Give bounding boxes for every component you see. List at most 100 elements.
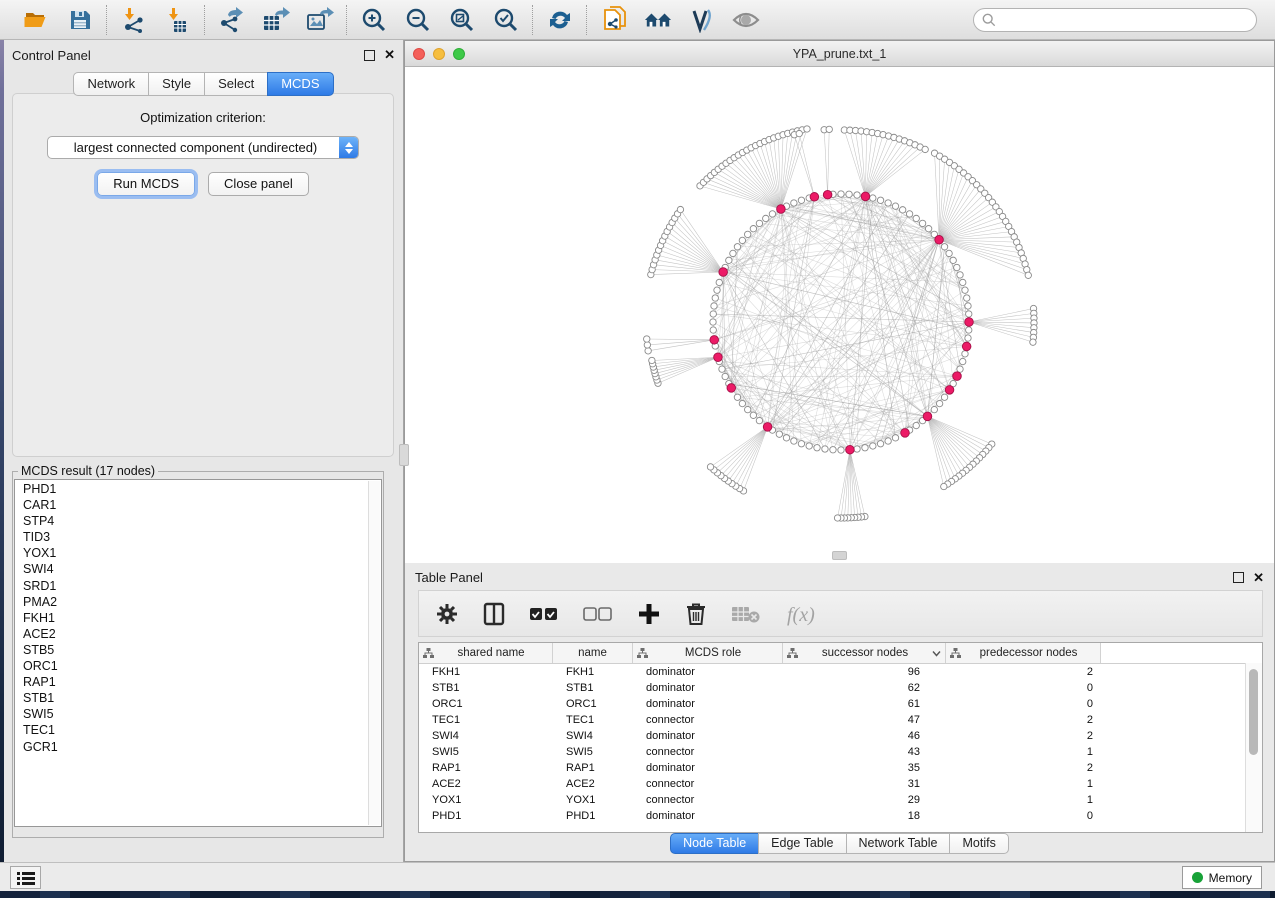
network-node[interactable]: [830, 447, 836, 453]
network-node[interactable]: [744, 231, 750, 237]
network-node[interactable]: [726, 257, 732, 263]
network-node[interactable]: [1025, 272, 1031, 278]
network-node[interactable]: [954, 264, 960, 270]
mcds-hub-node[interactable]: [945, 386, 954, 395]
network-node[interactable]: [730, 250, 736, 256]
network-node[interactable]: [791, 438, 797, 444]
table-row[interactable]: TEC1TEC1connector472: [419, 712, 1262, 728]
table-scrollbar[interactable]: [1245, 663, 1262, 832]
network-node[interactable]: [957, 366, 963, 372]
network-node[interactable]: [931, 406, 937, 412]
network-node[interactable]: [710, 319, 716, 325]
network-node[interactable]: [962, 287, 968, 293]
mcds-hub-node[interactable]: [727, 384, 736, 393]
mcds-hub-node[interactable]: [714, 353, 723, 362]
column-header-predecessor-nodes[interactable]: predecessor nodes: [946, 643, 1101, 663]
network-node[interactable]: [913, 422, 919, 428]
network-node[interactable]: [677, 206, 683, 212]
network-node[interactable]: [796, 130, 802, 136]
network-node[interactable]: [877, 441, 883, 447]
network-node[interactable]: [870, 195, 876, 201]
import-table-icon[interactable]: [164, 6, 192, 34]
tab-edge-table[interactable]: Edge Table: [758, 833, 846, 854]
network-node[interactable]: [854, 446, 860, 452]
mcds-result-listbox[interactable]: PHD1CAR1STP4TID3YOX1SWI4SRD1PMA2FKH1ACE2…: [14, 479, 382, 827]
tab-node-table[interactable]: Node Table: [670, 833, 759, 854]
network-node[interactable]: [806, 443, 812, 449]
network-node[interactable]: [798, 441, 804, 447]
mcds-result-item[interactable]: ACE2: [23, 626, 381, 642]
mcds-hub-node[interactable]: [935, 235, 944, 244]
network-node[interactable]: [714, 287, 720, 293]
network-node[interactable]: [791, 200, 797, 206]
run-mcds-button[interactable]: Run MCDS: [97, 172, 195, 196]
network-node[interactable]: [885, 438, 891, 444]
mcds-hub-node[interactable]: [777, 205, 786, 214]
tab-motifs[interactable]: Motifs: [949, 833, 1008, 854]
memory-button[interactable]: Memory: [1182, 866, 1262, 889]
network-node[interactable]: [922, 146, 928, 152]
mcds-result-item[interactable]: TEC1: [23, 722, 381, 738]
export-table-icon[interactable]: [262, 6, 290, 34]
network-node[interactable]: [712, 295, 718, 301]
mcds-result-item[interactable]: TID3: [23, 529, 381, 545]
delete-table-icon[interactable]: [731, 604, 761, 624]
import-network-icon[interactable]: [120, 6, 148, 34]
network-node[interactable]: [814, 445, 820, 451]
network-node[interactable]: [710, 311, 716, 317]
search-box[interactable]: [973, 8, 1257, 32]
hide-details-icon[interactable]: [732, 6, 760, 34]
network-node[interactable]: [838, 191, 844, 197]
network-node[interactable]: [722, 373, 728, 379]
table-row[interactable]: FKH1FKH1dominator962: [419, 664, 1262, 680]
zoom-fit-icon[interactable]: [448, 6, 476, 34]
network-node[interactable]: [645, 348, 651, 354]
open-file-icon[interactable]: [22, 6, 50, 34]
mcds-hub-node[interactable]: [861, 192, 870, 201]
table-row[interactable]: SWI4SWI4dominator462: [419, 728, 1262, 744]
table-row[interactable]: YOX1YOX1connector291: [419, 792, 1262, 808]
network-graph[interactable]: [405, 67, 1274, 563]
zoom-selected-icon[interactable]: [492, 6, 520, 34]
tab-mcds[interactable]: MCDS: [267, 72, 333, 96]
network-node[interactable]: [644, 342, 650, 348]
network-node[interactable]: [962, 351, 968, 357]
network-node[interactable]: [960, 358, 966, 364]
network-node[interactable]: [950, 257, 956, 263]
mcds-hub-node[interactable]: [965, 318, 974, 327]
mcds-hub-node[interactable]: [962, 342, 971, 351]
mcds-result-item[interactable]: SWI5: [23, 706, 381, 722]
network-home-icon[interactable]: [644, 6, 672, 34]
network-node[interactable]: [965, 303, 971, 309]
network-node[interactable]: [885, 200, 891, 206]
close-panel-icon[interactable]: ✕: [1253, 573, 1264, 583]
network-node[interactable]: [1030, 339, 1036, 345]
close-panel-icon[interactable]: ✕: [384, 50, 395, 60]
delete-column-icon[interactable]: [685, 602, 707, 626]
network-node[interactable]: [750, 225, 756, 231]
network-titlebar[interactable]: YPA_prune.txt_1: [405, 41, 1274, 67]
network-node[interactable]: [826, 126, 832, 132]
table-row[interactable]: ACE2ACE2connector311: [419, 776, 1262, 792]
network-node[interactable]: [649, 357, 655, 363]
tab-select[interactable]: Select: [204, 72, 268, 96]
network-node[interactable]: [892, 203, 898, 209]
network-node[interactable]: [936, 400, 942, 406]
table-row[interactable]: ORC1ORC1dominator610: [419, 696, 1262, 712]
deselect-all-icon[interactable]: [583, 606, 613, 622]
network-node[interactable]: [965, 335, 971, 341]
network-node[interactable]: [739, 237, 745, 243]
network-node[interactable]: [892, 435, 898, 441]
network-node[interactable]: [854, 192, 860, 198]
network-node[interactable]: [707, 464, 713, 470]
network-node[interactable]: [941, 483, 947, 489]
mcds-hub-node[interactable]: [901, 429, 910, 438]
table-settings-gear-icon[interactable]: [435, 602, 459, 626]
network-canvas[interactable]: [405, 67, 1274, 563]
table-row[interactable]: PHD1PHD1dominator180: [419, 808, 1262, 824]
panel-menu-button[interactable]: [10, 866, 41, 889]
network-node[interactable]: [744, 406, 750, 412]
table-row[interactable]: SWI5SWI5connector431: [419, 744, 1262, 760]
column-header-name[interactable]: name: [553, 643, 633, 663]
mcds-hub-node[interactable]: [953, 372, 962, 381]
